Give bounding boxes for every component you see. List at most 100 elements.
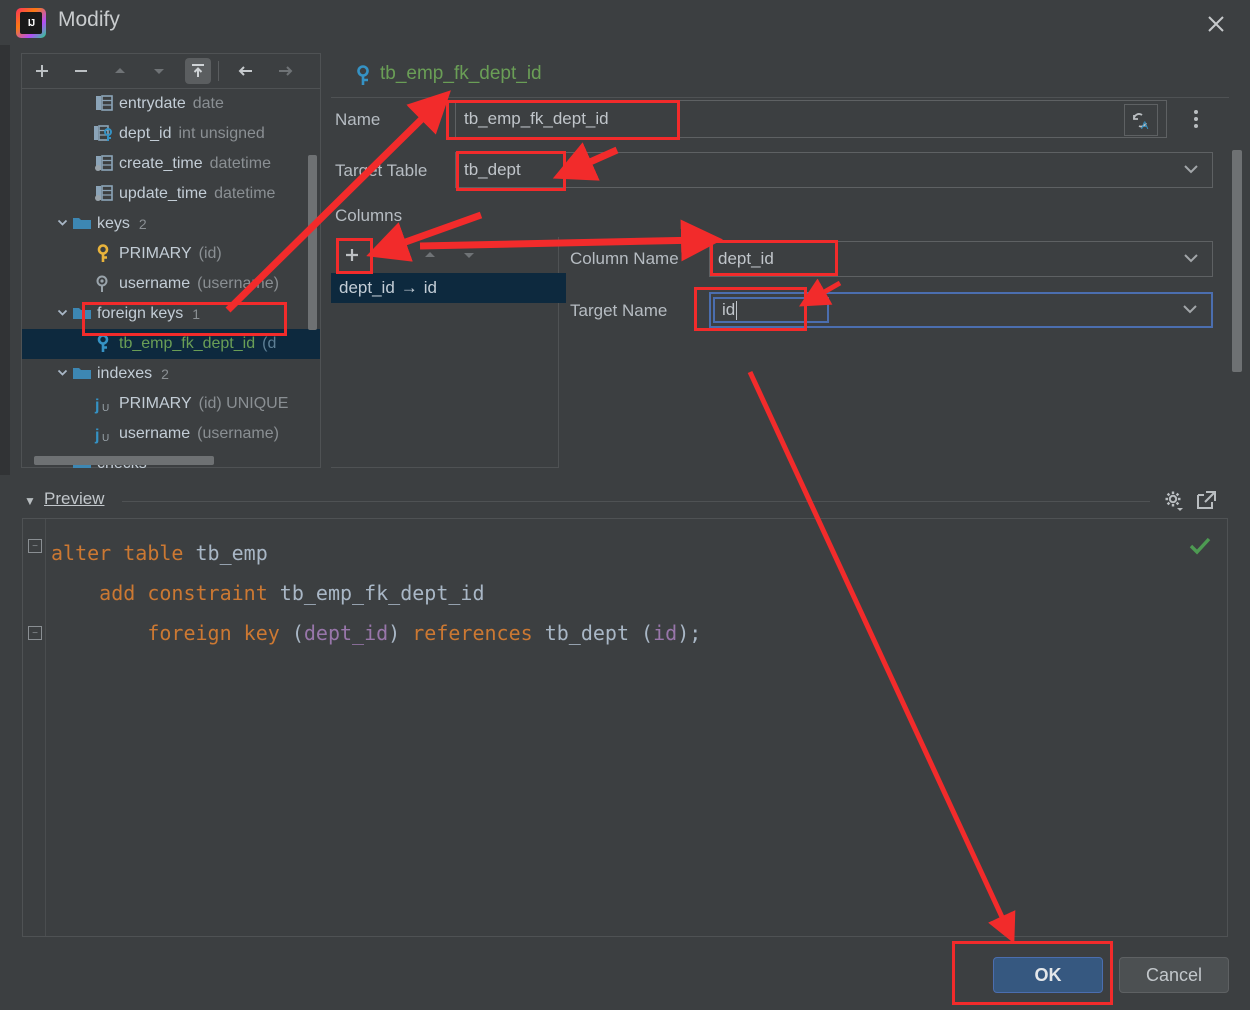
editor-gutter: − − — [23, 519, 46, 936]
case-convert-icon[interactable]: A — [1124, 104, 1158, 136]
tree-item-type: int unsigned — [178, 125, 265, 142]
target-name-input[interactable]: id — [713, 297, 829, 323]
ok-button[interactable]: OK — [993, 957, 1103, 993]
folder-icon — [72, 304, 92, 324]
tree-item-label: indexes — [97, 365, 153, 382]
tree-vertical-scrollbar[interactable] — [308, 155, 317, 330]
back-button[interactable] — [233, 58, 259, 84]
toolbar-separator — [218, 61, 219, 81]
tree-item-label: dept_id — [119, 125, 172, 142]
detail-header: tb_emp_fk_dept_id — [331, 53, 1229, 98]
svg-text:j: j — [94, 427, 99, 444]
detail-vertical-scrollbar[interactable] — [1232, 150, 1242, 372]
fold-marker[interactable]: − — [28, 626, 42, 640]
window-left-edge — [0, 45, 10, 475]
columns-list-row[interactable]: dept_id → id — [331, 273, 566, 303]
column-icon — [94, 94, 114, 114]
chevron-down-icon[interactable] — [52, 366, 72, 382]
tree-item-update-time[interactable]: update_time datetime — [22, 179, 320, 209]
tree-item-username[interactable]: username (username) — [22, 269, 320, 299]
tree-horizontal-scrollbar[interactable] — [34, 456, 214, 465]
tree-item-label: username — [119, 425, 191, 442]
sql-line: add constraint tb_emp_fk_dept_id — [99, 581, 485, 605]
columns-subpanel: dept_id → id — [331, 237, 566, 468]
triangle-down-icon[interactable]: ▼ — [24, 494, 36, 508]
tree-item-type: (id) UNIQUE — [198, 395, 289, 412]
preview-label: Preview — [44, 489, 105, 508]
sql-preview-editor[interactable]: − − alter table tb_emp add constraint tb… — [22, 518, 1228, 937]
preview-header: ▼ Preview — [22, 489, 1228, 513]
column-down-button[interactable] — [456, 242, 482, 268]
add-button[interactable] — [29, 58, 55, 84]
name-label: Name — [335, 110, 381, 129]
column-up-button[interactable] — [417, 242, 443, 268]
tree-item-type: datetime — [214, 185, 276, 202]
remove-column-button[interactable] — [378, 242, 404, 268]
tree-item-foreign-keys[interactable]: foreign keys 1 — [22, 299, 320, 329]
page-title: Modify — [58, 8, 120, 31]
tree-item-label: PRIMARY — [119, 395, 192, 412]
tree-item-count: 2 — [161, 366, 169, 382]
chevron-down-icon[interactable] — [52, 216, 72, 232]
tree-item-keys[interactable]: keys 2 — [22, 209, 320, 239]
tree-item-type: datetime — [209, 155, 271, 172]
tree-item-type: (username) — [197, 425, 279, 442]
target-table-combo[interactable]: tb_dept — [455, 152, 1213, 188]
chevron-down-icon — [1182, 160, 1200, 180]
name-field-wrapper[interactable]: tb_emp_fk_dept_id — [455, 100, 1167, 138]
tree-item-label: username — [119, 275, 191, 292]
tree-item-entrydate[interactable]: entrydate date — [22, 89, 320, 119]
add-column-button[interactable] — [339, 242, 365, 268]
target-name-label: Target Name — [570, 301, 668, 320]
forward-button[interactable] — [272, 58, 298, 84]
tree-item-tb-emp-fk-dept-id[interactable]: tb_emp_fk_dept_id (d — [22, 329, 320, 359]
remove-button[interactable] — [68, 58, 94, 84]
column-mapping-source: dept_id — [339, 278, 395, 297]
chevron-down-icon — [1181, 300, 1199, 320]
svg-text:U: U — [102, 433, 109, 444]
modify-dialog: Modify — [0, 0, 1250, 1010]
tree-item-indexes[interactable]: indexes 2 — [22, 359, 320, 389]
open-external-icon[interactable] — [1194, 489, 1218, 518]
columns-label: Columns — [335, 206, 403, 225]
tree-item-label: create_time — [119, 155, 203, 172]
key-unique-icon — [94, 274, 114, 294]
cancel-button[interactable]: Cancel — [1119, 957, 1229, 993]
move-up-button[interactable] — [107, 58, 133, 84]
intellij-idea-icon — [16, 8, 46, 38]
tree-item-count: 2 — [138, 216, 147, 232]
key-yellow-icon — [94, 244, 114, 264]
svg-text:U: U — [102, 403, 109, 414]
tree-item-create-time[interactable]: create_time datetime — [22, 149, 320, 179]
tree-item-primary[interactable]: PRIMARY (id) — [22, 239, 320, 269]
tree-item-dept-id[interactable]: dept_id int unsigned — [22, 119, 320, 149]
tree-item-primary[interactable]: j U PRIMARY (id) UNIQUE — [22, 389, 320, 419]
column-name-combo[interactable]: dept_id — [709, 241, 1213, 277]
title-bar: Modify — [0, 0, 1250, 45]
tree-item-username[interactable]: j Uusername (username) — [22, 419, 320, 449]
tree-item-type: (username) — [197, 275, 279, 292]
svg-text:j: j — [94, 397, 99, 414]
chevron-down-icon — [1182, 249, 1200, 269]
tree-item-type: (d — [262, 335, 277, 352]
name-input[interactable]: tb_emp_fk_dept_id — [464, 109, 609, 129]
fold-marker[interactable]: − — [28, 539, 42, 553]
tree-item-label: keys — [97, 215, 130, 232]
target-table-value: tb_dept — [464, 160, 521, 179]
apply-upload-icon[interactable] — [185, 58, 211, 84]
tree-item-type: (id) — [198, 245, 222, 262]
target-table-label: Target Table — [335, 161, 428, 180]
chevron-down-icon[interactable] — [52, 306, 72, 322]
target-name-combo[interactable]: id — [709, 292, 1213, 328]
column-default-icon — [94, 184, 114, 204]
more-vertical-icon[interactable] — [1186, 104, 1206, 134]
key-blue-icon — [353, 65, 373, 92]
arrow-right-icon: → — [400, 278, 418, 297]
move-down-button[interactable] — [146, 58, 172, 84]
gear-icon[interactable] — [1162, 489, 1186, 518]
tree-body[interactable]: checksjUusername(username)jUPRIMARY(id) … — [22, 89, 320, 468]
folder-icon — [72, 364, 92, 384]
index-icon: jU — [94, 424, 114, 444]
close-icon[interactable] — [1200, 8, 1232, 40]
svg-text:A: A — [1141, 120, 1149, 130]
